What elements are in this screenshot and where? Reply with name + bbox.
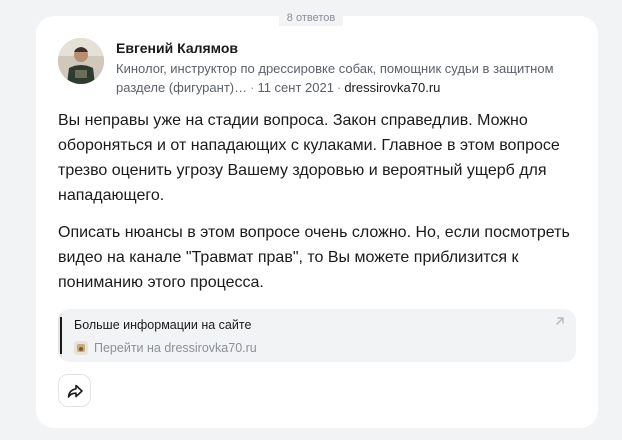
answer-paragraph: Вы неправы уже на стадии вопроса. Закон … bbox=[58, 112, 560, 204]
share-button[interactable] bbox=[58, 374, 91, 407]
answer-body: Вы неправы уже на стадии вопроса. Закон … bbox=[58, 108, 578, 295]
answer-card: Евгений Калямов Кинолог, инструктор по д… bbox=[36, 16, 598, 428]
meta-separator: · bbox=[250, 80, 255, 95]
avatar-photo bbox=[58, 38, 104, 84]
answer-date: 11 сент 2021 bbox=[257, 80, 334, 95]
answers-count-label: 8 ответов bbox=[278, 10, 344, 26]
link-card-url[interactable]: Перейти на dressirovka70.ru bbox=[94, 340, 257, 356]
share-icon bbox=[67, 384, 83, 398]
author-info: Евгений Калямов Кинолог, инструктор по д… bbox=[116, 39, 566, 97]
avatar[interactable] bbox=[58, 38, 104, 84]
external-link-arrow-icon bbox=[556, 317, 564, 325]
answer-paragraph: Описать нюансы в этом вопросе очень слож… bbox=[58, 224, 570, 291]
author-site-link[interactable]: dressirovka70.ru bbox=[344, 80, 440, 95]
link-card-title: Больше информации на сайте bbox=[74, 318, 252, 332]
link-card-accent-bar bbox=[58, 309, 62, 362]
meta-separator: · bbox=[336, 80, 342, 95]
site-favicon-icon bbox=[74, 341, 88, 355]
site-link-card[interactable]: Больше информации на сайте Перейти на dr… bbox=[58, 309, 576, 362]
answers-count: 8 ответов bbox=[0, 8, 622, 26]
author-name[interactable]: Евгений Калямов bbox=[116, 39, 566, 57]
link-card-row: Перейти на dressirovka70.ru bbox=[74, 340, 257, 356]
author-meta: Кинолог, инструктор по дрессировке собак… bbox=[116, 59, 566, 97]
author-block: Евгений Калямов Кинолог, инструктор по д… bbox=[58, 38, 576, 97]
